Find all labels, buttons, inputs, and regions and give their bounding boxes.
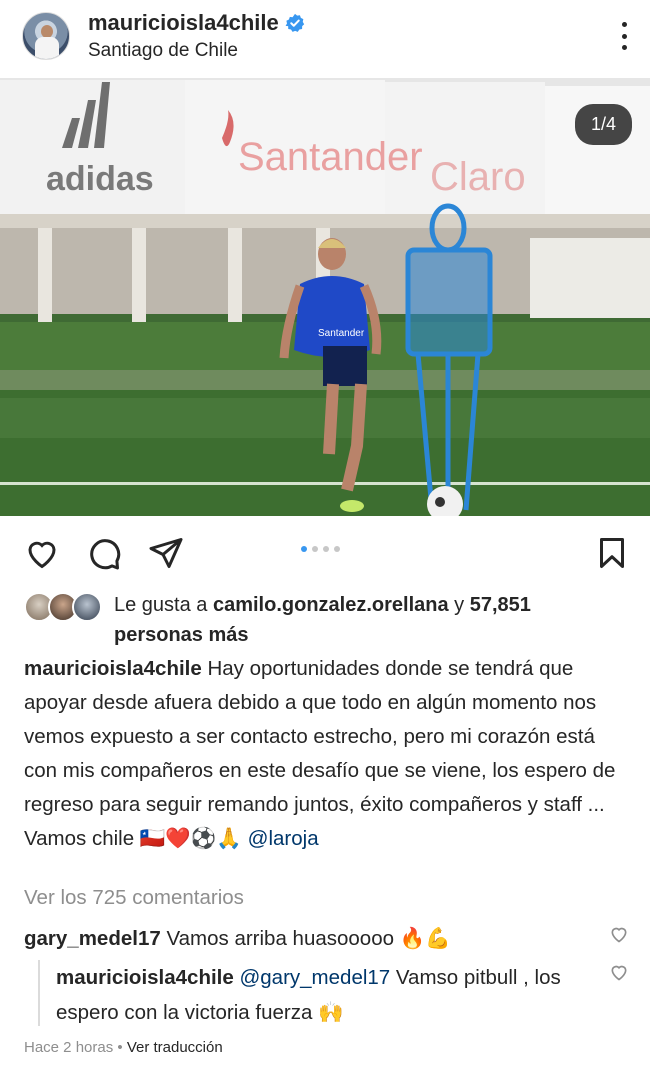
like-heart-icon[interactable] [24,535,60,571]
comment-item: gary_medel17 Vamos arriba huasooooo 🔥💪 [24,924,604,954]
see-translation-link[interactable]: Ver traducción [127,1039,223,1056]
username-row: mauricioisla4chile [88,10,305,36]
carousel-indicator [301,546,340,552]
comment-username[interactable]: gary_medel17 [24,927,161,950]
adidas-wordmark: adidas [46,160,154,198]
carousel-dot-active [301,546,307,552]
post-location[interactable]: Santiago de Chile [88,40,238,62]
profile-avatar[interactable] [22,12,70,60]
meta-separator: • [113,1039,127,1056]
comment-bubble-icon[interactable] [86,535,122,571]
caption-username[interactable]: mauricioisla4chile [24,657,202,680]
reply-thread-line [38,960,40,1026]
reply-username[interactable]: mauricioisla4chile [56,966,234,989]
verified-badge-icon [285,13,304,32]
caption-mention[interactable]: @laroja [248,827,319,850]
likes-joiner: y [448,594,470,616]
view-all-comments-link[interactable]: Ver los 725 comentarios [24,886,244,910]
likes-suffix[interactable]: personas más [114,624,249,646]
liker-avatar [72,592,102,622]
post-header: mauricioisla4chile Santiago de Chile [0,0,650,78]
santander-wordmark: Santander [238,135,423,179]
caption-closing: Vamos chile 🇨🇱❤️⚽🙏 [24,827,242,850]
share-paper-plane-icon[interactable] [148,535,184,571]
comment-text: Vamos arriba huasooooo 🔥💪 [166,927,451,950]
reply-like-heart-icon[interactable] [609,962,629,982]
bookmark-save-icon[interactable] [594,535,630,571]
carousel-counter: 1/4 [574,104,632,145]
likers-avatars[interactable] [24,592,104,622]
reply-mention[interactable]: @gary_medel17 [239,966,390,989]
post-photo[interactable]: adidas Santander Claro Santander 1/4 [0,78,650,516]
likes-prefix: Le gusta a [114,594,213,616]
post-meta: Hace 2 horas • Ver traducción [24,1039,223,1056]
liker-username[interactable]: camilo.gonzalez.orellana [213,594,449,616]
post-username[interactable]: mauricioisla4chile [88,10,279,36]
comment-like-heart-icon[interactable] [609,924,629,944]
carousel-dot [323,546,329,552]
likes-count[interactable]: 57,851 [470,594,531,616]
claro-wordmark: Claro [430,155,526,199]
carousel-dot [334,546,340,552]
shirt-sponsor: Santander [318,328,365,339]
post-timestamp: Hace 2 horas [24,1039,114,1056]
likes-summary[interactable]: Le gusta a camilo.gonzalez.orellana y 57… [114,590,624,650]
more-options-icon[interactable] [620,22,628,50]
carousel-dot [312,546,318,552]
reply-item: mauricioisla4chile @gary_medel17 Vamso p… [56,960,596,1030]
training-photo-illustration: adidas Santander Claro Santander [0,78,650,516]
caption-text: Hay oportunidades donde se tendrá que ap… [24,657,616,816]
post-caption: mauricioisla4chile Hay oportunidades don… [24,652,624,856]
action-bar [0,525,650,579]
